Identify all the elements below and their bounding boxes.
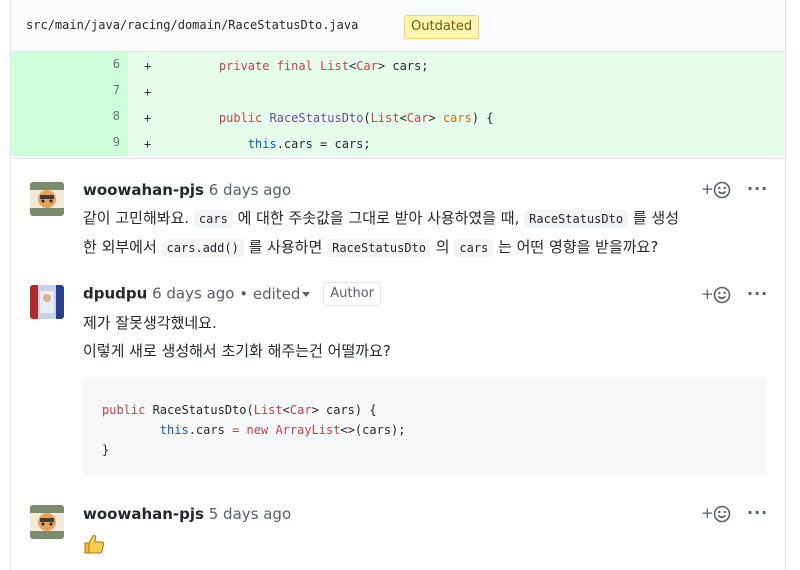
comment-timestamp[interactable]: 6 days ago [209, 181, 291, 199]
diff-line: 7 + [11, 78, 785, 104]
diff-line: 6 + private final List<Car> cars; [11, 52, 785, 78]
plus-icon: + [701, 180, 714, 198]
smiley-icon [713, 181, 731, 199]
line-number[interactable]: 8 [11, 109, 120, 123]
comment-line: 제가 잘못생각했네요. [83, 314, 217, 332]
code-line: this.cars = cars; [247, 137, 371, 151]
author-name[interactable]: woowahan-pjs [83, 505, 204, 523]
comment-line: 한 외부에서 cars.add() 를 사용하면 RaceStatusDto 의… [83, 238, 659, 257]
review-comment: dpudpu 6 days ago • edited Author + ··· … [11, 280, 785, 480]
line-number[interactable]: 6 [11, 57, 120, 71]
review-comment: woowahan-pjs 5 days ago + ··· 👍 [11, 500, 785, 570]
diff-marker: + [144, 137, 152, 151]
comment-timestamp[interactable]: 6 days ago [152, 285, 234, 303]
author-name[interactable]: dpudpu [83, 285, 147, 303]
plus-icon: + [701, 285, 714, 303]
add-reaction-button[interactable]: + [701, 504, 737, 524]
diff-marker: + [144, 59, 152, 73]
comment-line: 같이 고민해봐요. cars 에 대한 주솟값을 그대로 받아 사용하였을 때,… [83, 209, 679, 228]
inline-code: cars.add() [161, 239, 244, 257]
diff-line: 9 + this.cars = cars; [11, 130, 785, 156]
code-line: private final List<Car> cars; [218, 59, 429, 73]
comment-timestamp[interactable]: 5 days ago [209, 505, 291, 523]
comment-line: 이렇게 새로 생성해서 초기화 해주는건 어떨까요? [83, 342, 391, 360]
thumbs-up-emoji: 👍 [83, 533, 105, 555]
add-reaction-button[interactable]: + [701, 180, 737, 200]
add-reaction-button[interactable]: + [701, 285, 737, 305]
code-line: public RaceStatusDto(List<Car> cars) { [218, 111, 494, 125]
smiley-icon [713, 286, 731, 304]
edited-dropdown[interactable]: • edited [239, 285, 311, 303]
inline-code: RaceStatusDto [327, 239, 432, 257]
caret-down-icon [302, 291, 311, 297]
smiley-icon [713, 505, 731, 523]
divider [11, 158, 785, 159]
code-block: public RaceStatusDto(List<Car> cars) { t… [83, 378, 767, 476]
author-name[interactable]: woowahan-pjs [83, 181, 204, 199]
author-badge: Author [323, 282, 381, 306]
diff-line: 8 + public RaceStatusDto(List<Car> cars)… [11, 104, 785, 130]
more-options-icon[interactable]: ··· [747, 179, 771, 199]
comment-body: 제가 잘못생각했네요. 이렇게 새로 생성해서 초기화 해주는건 어떨까요? [83, 309, 391, 365]
file-path[interactable]: src/main/java/racing/domain/RaceStatusDt… [26, 18, 358, 32]
inline-code: cars [454, 239, 494, 257]
comment-header: woowahan-pjs 5 days ago [83, 505, 291, 523]
avatar[interactable] [30, 505, 64, 539]
inline-code: cars [193, 210, 233, 228]
line-number[interactable]: 7 [11, 83, 120, 97]
avatar[interactable] [30, 182, 64, 216]
outdated-badge: Outdated [404, 15, 480, 39]
diff-hunk: 6 + private final List<Car> cars; 7 + 8 … [11, 52, 785, 158]
comment-header: dpudpu 6 days ago • edited Author [83, 282, 381, 306]
diff-marker: + [144, 85, 152, 99]
plus-icon: + [701, 504, 714, 522]
code-content: public RaceStatusDto(List<Car> cars) { t… [102, 403, 406, 457]
comment-body: 같이 고민해봐요. cars 에 대한 주솟값을 그대로 받아 사용하였을 때,… [83, 204, 679, 262]
more-options-icon[interactable]: ··· [747, 503, 771, 523]
comment-header: woowahan-pjs 6 days ago [83, 181, 291, 199]
more-options-icon[interactable]: ··· [747, 284, 771, 304]
file-header: src/main/java/racing/domain/RaceStatusDt… [10, 0, 786, 52]
line-number[interactable]: 9 [11, 135, 120, 149]
review-comment: woowahan-pjs 6 days ago + ··· 같이 고민해봐요. … [11, 176, 785, 266]
inline-code: RaceStatusDto [524, 210, 629, 228]
avatar[interactable] [30, 285, 64, 319]
diff-marker: + [144, 111, 152, 125]
comment-body: 👍 [83, 533, 105, 564]
